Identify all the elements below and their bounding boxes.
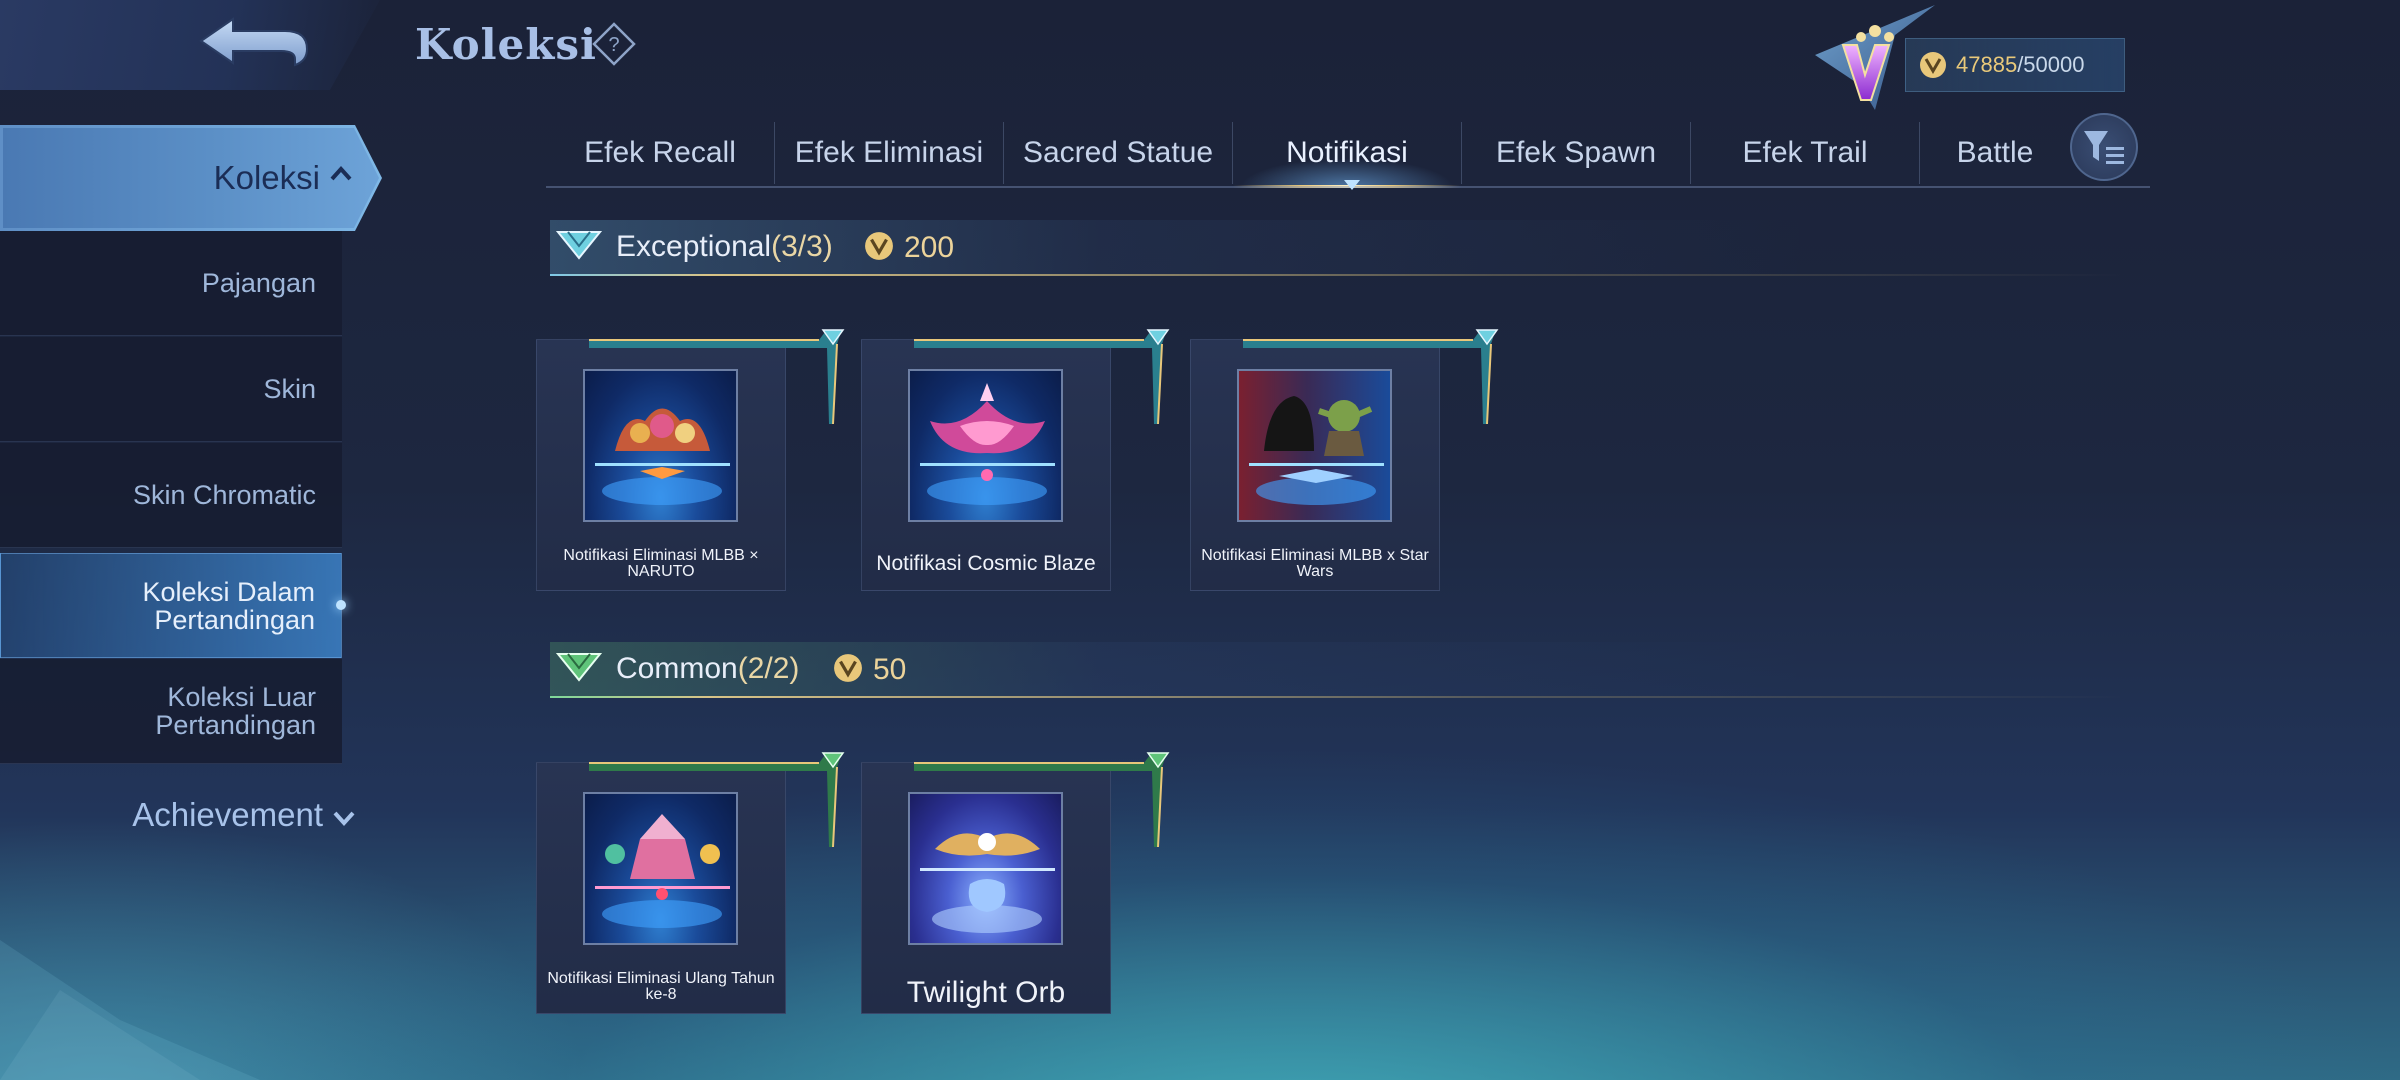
tab-notifikasi[interactable]: Notifikasi	[1233, 120, 1461, 188]
sidebar-item-label: Koleksi Dalam Pertandingan	[142, 576, 315, 635]
sidebar-item-label: Skin	[263, 374, 316, 404]
category-tabs: Efek Recall Efek Eliminasi Sacred Statue…	[546, 120, 2150, 188]
back-button[interactable]	[195, 12, 315, 78]
collection-card-anniversary[interactable]: Notifikasi Eliminasi Ulang Tahun ke-8	[536, 752, 845, 1014]
back-arrow-icon	[199, 17, 309, 67]
section-count: (3/3)	[771, 230, 833, 263]
tab-label: Efek Spawn	[1495, 136, 1657, 169]
svg-text:?: ?	[608, 34, 619, 56]
decorative-crystal-shape	[0, 940, 260, 1080]
collection-card-naruto[interactable]: Notifikasi Eliminasi MLBB × NARUTO	[536, 329, 845, 591]
section-header-underline	[550, 274, 2125, 276]
collection-point-icon	[832, 652, 864, 684]
tab-label: Efek Trail	[1742, 136, 1868, 169]
section-title: Common(2/2)	[616, 652, 799, 686]
exceptional-tier-icon	[556, 231, 602, 260]
collection-card-cosmic-blaze[interactable]: Notifikasi Cosmic Blaze	[861, 329, 1170, 591]
chevron-up-icon	[330, 166, 352, 181]
sidebar-item-label: Pajangan	[201, 268, 316, 298]
tab-label: Battle	[1956, 136, 2034, 169]
tab-efek-eliminasi[interactable]: Efek Eliminasi	[775, 120, 1003, 186]
collection-card-twilight-orb[interactable]: Twilight Orb	[861, 752, 1170, 1014]
item-name: Notifikasi Eliminasi Ulang Tahun ke-8	[547, 970, 775, 1003]
sidebar-item-label: Koleksi Luar Pertandingan	[155, 682, 316, 740]
tab-sacred-statue[interactable]: Sacred Statue	[1004, 120, 1232, 186]
chevron-down-icon	[333, 811, 355, 826]
item-thumbnail-naruto	[583, 369, 738, 522]
item-thumbnail-anniversary	[583, 792, 738, 945]
tab-efek-trail[interactable]: Efek Trail	[1691, 120, 1919, 186]
collection-points-max: /50000	[2017, 52, 2085, 77]
sidebar-section-koleksi[interactable]: Koleksi	[0, 125, 382, 231]
active-tab-marker-icon	[1344, 180, 1360, 190]
section-name: Common	[616, 652, 738, 685]
section-header-common: Common(2/2) 50	[550, 642, 2125, 698]
sidebar-item-label: Skin Chromatic	[132, 480, 316, 510]
section-points: 200	[904, 231, 955, 264]
item-thumbnail-cosmic-blaze	[908, 369, 1063, 522]
collection-points-display: 47885/50000	[1805, 5, 2125, 110]
tab-efek-recall[interactable]: Efek Recall	[546, 120, 774, 186]
sidebar-section-label: Koleksi	[213, 159, 320, 196]
tab-label: Efek Recall	[584, 136, 736, 169]
collection-point-icon	[1918, 50, 1948, 80]
sidebar-section-achievement[interactable]: Achievement	[0, 785, 355, 845]
item-thumbnail-twilight-orb	[908, 792, 1063, 945]
collection-point-icon	[863, 230, 895, 262]
tab-label: Efek Eliminasi	[794, 136, 984, 169]
common-tier-icon	[556, 653, 602, 682]
tab-battle[interactable]: Battle	[1920, 120, 2070, 186]
sidebar-item-skin-chromatic[interactable]: Skin Chromatic	[0, 443, 342, 548]
item-name: Notifikasi Eliminasi MLBB x Star Wars	[1201, 547, 1429, 580]
item-thumbnail-star-wars	[1237, 369, 1392, 522]
collection-points-current: 47885	[1956, 52, 2018, 77]
item-name: Twilight Orb	[906, 976, 1066, 1009]
item-name: Notifikasi Cosmic Blaze	[876, 552, 1096, 575]
filter-icon	[2084, 131, 2124, 164]
collection-points-text: 47885/50000	[1956, 52, 2084, 78]
help-icon[interactable]: ?	[592, 22, 636, 66]
section-title: Exceptional(3/3)	[616, 230, 833, 264]
tab-label: Notifikasi	[1286, 136, 1408, 169]
sidebar-section-label: Achievement	[132, 796, 323, 833]
section-header-underline	[550, 696, 2125, 698]
header-corner-panel	[0, 0, 380, 90]
collection-points-panel: 47885/50000	[1905, 38, 2125, 92]
sidebar-item-pajangan[interactable]: Pajangan	[0, 231, 342, 336]
section-points: 50	[873, 653, 907, 686]
sidebar-section-koleksi-bg	[3, 128, 379, 228]
tab-label: Sacred Statue	[1022, 136, 1214, 169]
page-title: Koleksi	[415, 20, 597, 69]
section-header-exceptional: Exceptional(3/3) 200	[550, 220, 2125, 276]
sidebar-item-koleksi-dalam-pertandingan[interactable]: Koleksi Dalam Pertandingan	[0, 553, 346, 658]
filter-button[interactable]	[2070, 113, 2138, 181]
tab-efek-spawn[interactable]: Efek Spawn	[1462, 120, 1690, 186]
section-count: (2/2)	[737, 652, 800, 685]
sidebar-item-skin[interactable]: Skin	[0, 337, 342, 442]
collection-card-star-wars[interactable]: Notifikasi Eliminasi MLBB x Star Wars	[1190, 329, 1499, 591]
section-name: Exceptional	[616, 230, 772, 263]
item-name: Notifikasi Eliminasi MLBB × NARUTO	[563, 547, 759, 580]
sidebar-item-koleksi-luar-pertandingan[interactable]: Koleksi Luar Pertandingan	[0, 659, 342, 764]
